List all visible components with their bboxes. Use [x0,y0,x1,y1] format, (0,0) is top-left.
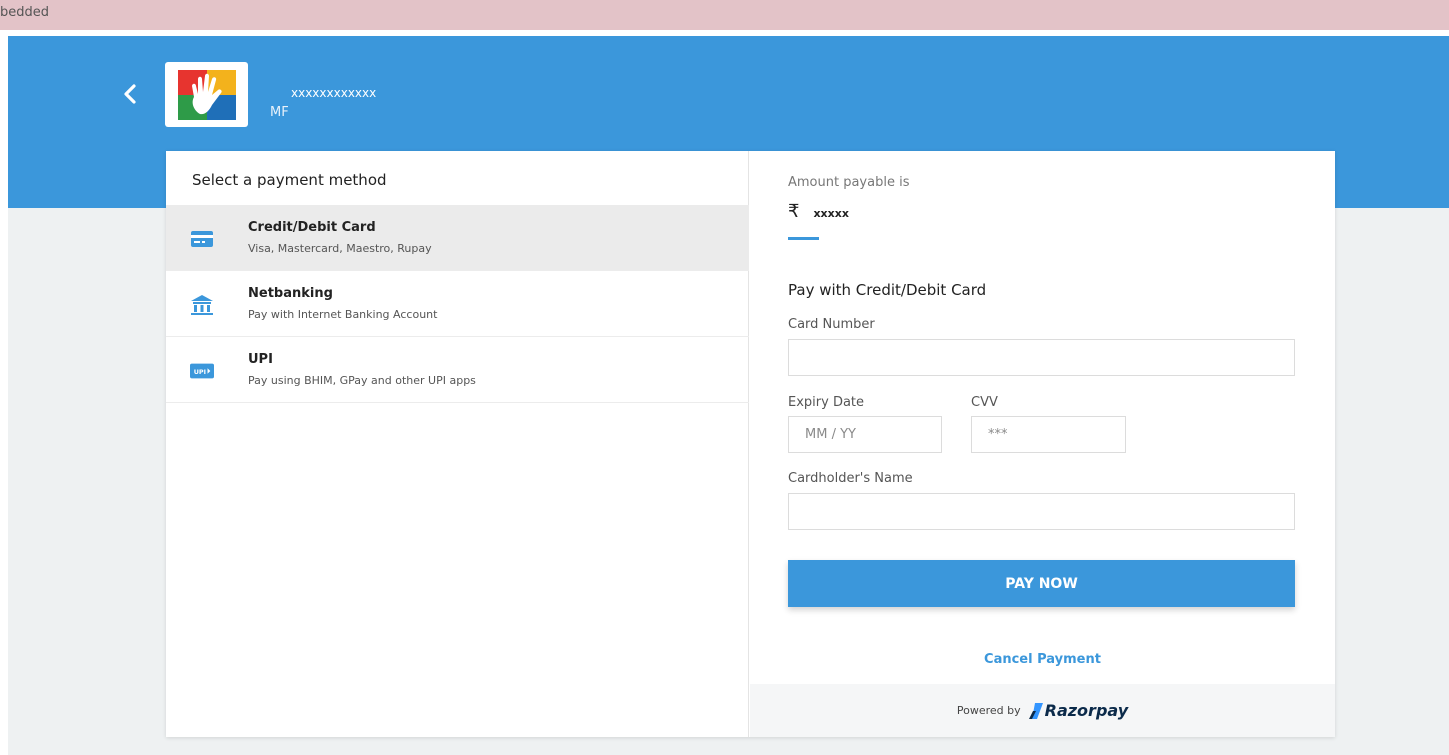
cardholder-name-label: Cardholder's Name [788,471,913,486]
cancel-payment-link[interactable]: Cancel Payment [750,652,1335,667]
form-title: Pay with Credit/Debit Card [788,281,987,299]
card-number-label: Card Number [788,317,875,332]
powered-by-label: Powered by [956,704,1021,717]
method-description: Visa, Mastercard, Maestro, Rupay [248,242,432,255]
merchant-logo [165,62,248,127]
expiry-label: Expiry Date [788,395,865,410]
razorpay-brand: Razorpay [1044,701,1129,720]
checkout-card: Select a payment method Credit/Debit Car… [166,151,1335,737]
razorpay-logo: Razorpay [1028,701,1129,720]
method-netbanking[interactable]: Netbanking Pay with Internet Banking Acc… [166,271,749,337]
payment-methods-pane: Select a payment method Credit/Debit Car… [166,151,749,737]
cvv-input[interactable] [971,416,1126,453]
card-payment-pane: Amount payable is ₹ xxxxx Pay with Credi… [750,151,1335,737]
merchant-name: xxxxxxxxxxxx [291,86,377,100]
method-card[interactable]: Credit/Debit Card Visa, Mastercard, Maes… [166,205,749,271]
method-description: Pay using BHIM, GPay and other UPI apps [248,374,476,387]
method-upi[interactable]: UPI UPI Pay using BHIM, GPay and other U… [166,337,749,403]
method-name: Netbanking [248,286,333,301]
merchant-subtitle: MF [270,105,289,120]
bank-icon [190,293,214,317]
back-button[interactable] [116,80,144,108]
payment-methods-title: Select a payment method [192,171,387,189]
method-name: UPI [248,352,273,367]
upi-icon: UPI [190,359,214,383]
pay-now-button[interactable]: PAY NOW [788,560,1295,607]
checkout-stage: xxxxxxxxxxxx MF Select a payment method … [8,36,1449,755]
amount-label: Amount payable is [788,175,910,190]
powered-by-footer: Powered by Razorpay [750,684,1335,737]
razorpay-mark-icon [1028,702,1043,719]
method-description: Pay with Internet Banking Account [248,308,438,321]
currency-symbol: ₹ [788,201,800,222]
svg-text:UPI: UPI [194,368,206,376]
embedded-label: bedded [0,5,50,20]
amount-display: ₹ xxxxx [788,201,849,222]
method-name: Credit/Debit Card [248,220,376,235]
browser-embed-bar: bedded [0,0,1449,30]
expiry-input[interactable] [788,416,942,453]
cvv-label: CVV [971,395,998,410]
credit-card-icon [190,227,214,251]
amount-value: xxxxx [813,207,849,220]
amount-underline [788,237,819,240]
chevron-left-icon [124,84,136,104]
card-number-input[interactable] [788,339,1295,376]
hand-logo-icon [177,69,236,120]
payment-method-list: Credit/Debit Card Visa, Mastercard, Maes… [166,205,749,403]
cardholder-name-input[interactable] [788,493,1295,530]
